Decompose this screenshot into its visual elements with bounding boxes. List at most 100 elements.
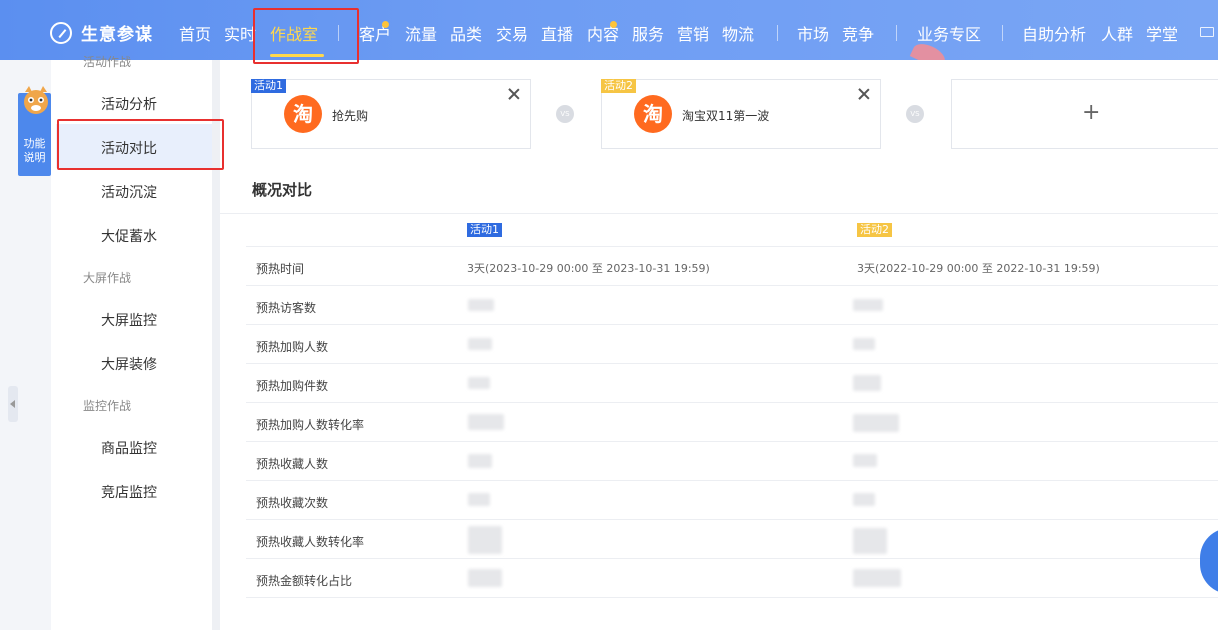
table-row: 预热加购件数 bbox=[246, 364, 1218, 403]
nav-self-analysis[interactable]: 自助分析 bbox=[1022, 21, 1086, 45]
add-activity-card[interactable]: + bbox=[951, 79, 1218, 149]
sidebar-group-monitor: 监控作战 bbox=[83, 399, 132, 413]
close-icon[interactable] bbox=[858, 88, 870, 100]
vs-icon: VS bbox=[556, 105, 574, 123]
plus-icon: + bbox=[1082, 100, 1101, 125]
sidebar-item-competitor-monitor[interactable]: 竞店监控 bbox=[101, 482, 157, 502]
sidebar-scrollbar[interactable] bbox=[212, 60, 220, 630]
nav-business-zone[interactable]: 业务专区 bbox=[917, 21, 981, 45]
nav-separator bbox=[896, 25, 897, 41]
row-label: 预热收藏人数转化率 bbox=[256, 535, 365, 549]
cell-value: 3天(2023-10-29 00:00 至 2023-10-31 19:59) bbox=[467, 262, 710, 275]
row-label: 预热加购人数转化率 bbox=[256, 418, 365, 432]
sidebar-item-activity-analysis[interactable]: 活动分析 bbox=[101, 94, 157, 114]
row-label: 预热收藏人数 bbox=[256, 457, 329, 471]
nav-crowd[interactable]: 人群 bbox=[1101, 21, 1133, 45]
row-label: 预热金额转化占比 bbox=[256, 574, 353, 588]
new-dot-icon bbox=[382, 21, 389, 28]
sidebar-item-activity-archive[interactable]: 活动沉淀 bbox=[101, 182, 157, 202]
nav-category[interactable]: 品类 bbox=[450, 21, 482, 45]
activity-selector-row: 活动1 淘 抢先购 VS 活动2 淘 淘宝双11第一波 VS + bbox=[220, 60, 1218, 168]
redacted-value bbox=[468, 493, 490, 506]
sidebar-item-screen-monitor[interactable]: 大屏监控 bbox=[101, 310, 157, 330]
column-tag-activity-1: 活动1 bbox=[467, 223, 502, 237]
taobao-logo-icon: 淘 bbox=[284, 95, 322, 133]
redacted-value bbox=[853, 375, 881, 391]
sidebar: 活动作战 活动分析 活动对比 活动沉淀 大促蓄水 大屏作战 大屏监控 大屏装修 … bbox=[51, 55, 212, 630]
nav-trade[interactable]: 交易 bbox=[496, 21, 528, 45]
redacted-value bbox=[468, 454, 492, 468]
nav-live[interactable]: 直播 bbox=[541, 21, 573, 45]
new-dot-icon bbox=[610, 21, 617, 28]
redacted-value bbox=[468, 414, 504, 430]
nav-active-underline bbox=[270, 54, 324, 57]
nav-market[interactable]: 市场 bbox=[797, 21, 829, 45]
collapse-arrow-icon[interactable] bbox=[8, 386, 18, 422]
close-icon[interactable] bbox=[508, 88, 520, 100]
nav-traffic[interactable]: 流量 bbox=[405, 21, 437, 45]
nav-separator bbox=[777, 25, 778, 41]
activity-card[interactable]: 活动1 淘 抢先购 bbox=[251, 79, 531, 149]
sidebar-item-promo-reserve[interactable]: 大促蓄水 bbox=[101, 226, 157, 246]
nav-competition[interactable]: 竞争 bbox=[842, 21, 874, 45]
sidebar-item-screen-decor[interactable]: 大屏装修 bbox=[101, 354, 157, 374]
nav-war-room[interactable]: 作战室 bbox=[270, 21, 318, 45]
table-row: 预热加购人数 bbox=[246, 325, 1218, 364]
redacted-value bbox=[468, 377, 490, 389]
redacted-value bbox=[468, 526, 502, 554]
nav-separator bbox=[338, 25, 339, 41]
activity-card[interactable]: 活动2 淘 淘宝双11第一波 bbox=[601, 79, 881, 149]
cell-value: 3天(2022-10-29 00:00 至 2022-10-31 19:59) bbox=[857, 262, 1100, 275]
redacted-value bbox=[468, 299, 494, 311]
table-row: 预热收藏次数 bbox=[246, 481, 1218, 520]
compass-icon bbox=[50, 21, 72, 44]
app-name: 生意参谋 bbox=[81, 25, 153, 45]
row-label: 预热访客数 bbox=[256, 301, 317, 315]
row-label: 预热加购人数 bbox=[256, 340, 329, 354]
redacted-value bbox=[853, 528, 887, 554]
main-content: 活动1 淘 抢先购 VS 活动2 淘 淘宝双11第一波 VS + 概况对比 活动… bbox=[220, 60, 1218, 630]
nav-academy[interactable]: 学堂 bbox=[1146, 21, 1178, 45]
section-title: 概况对比 bbox=[252, 181, 313, 199]
table-row: 预热收藏人数 bbox=[246, 442, 1218, 481]
taobao-logo-icon: 淘 bbox=[634, 95, 672, 133]
redacted-value bbox=[853, 338, 875, 350]
redacted-value bbox=[468, 338, 492, 350]
mail-icon[interactable] bbox=[1200, 27, 1214, 37]
nav-separator bbox=[1002, 25, 1003, 41]
table-row: 预热收藏人数转化率 bbox=[246, 520, 1218, 559]
redacted-value bbox=[853, 493, 875, 506]
top-nav: 生意参谋 首页 实时 作战室 客户 流量 品类 交易 直播 内容 服务 营销 物… bbox=[0, 0, 1218, 71]
activity-tag: 活动1 bbox=[251, 79, 286, 93]
activity-tag: 活动2 bbox=[601, 79, 636, 93]
row-label: 预热时间 bbox=[256, 262, 305, 276]
sidebar-item-product-monitor[interactable]: 商品监控 bbox=[101, 438, 157, 458]
redacted-value bbox=[468, 569, 502, 587]
nav-service[interactable]: 服务 bbox=[632, 21, 664, 45]
app-logo[interactable]: 生意参谋 bbox=[50, 20, 153, 45]
sidebar-group-activity: 活动作战 bbox=[83, 55, 132, 69]
table-row: 预热时间 3天(2023-10-29 00:00 至 2023-10-31 19… bbox=[246, 247, 1218, 286]
mascot-icon bbox=[24, 86, 48, 114]
nav-realtime[interactable]: 实时 bbox=[224, 21, 256, 45]
compare-table: 活动1 活动2 预热时间 3天(2023-10-29 00:00 至 2023-… bbox=[246, 214, 1218, 598]
sidebar-item-activity-compare[interactable]: 活动对比 bbox=[101, 138, 157, 158]
redacted-value bbox=[853, 454, 877, 467]
table-row: 预热访客数 bbox=[246, 286, 1218, 325]
redacted-value bbox=[853, 414, 899, 432]
vs-icon: VS bbox=[906, 105, 924, 123]
row-label: 预热收藏次数 bbox=[256, 496, 329, 510]
table-row: 预热加购人数转化率 bbox=[246, 403, 1218, 442]
nav-logistics[interactable]: 物流 bbox=[722, 21, 754, 45]
activity-name: 淘宝双11第一波 bbox=[682, 109, 770, 123]
redacted-value bbox=[853, 569, 901, 587]
nav-home[interactable]: 首页 bbox=[179, 21, 211, 45]
row-label: 预热加购件数 bbox=[256, 379, 329, 393]
table-row: 预热金额转化占比 bbox=[246, 559, 1218, 598]
activity-name: 抢先购 bbox=[332, 109, 369, 123]
column-tag-activity-2: 活动2 bbox=[857, 223, 892, 237]
table-header: 活动1 活动2 bbox=[246, 214, 1218, 247]
redacted-value bbox=[853, 299, 883, 311]
sidebar-group-bigscreen: 大屏作战 bbox=[83, 271, 132, 285]
nav-marketing[interactable]: 营销 bbox=[677, 21, 709, 45]
